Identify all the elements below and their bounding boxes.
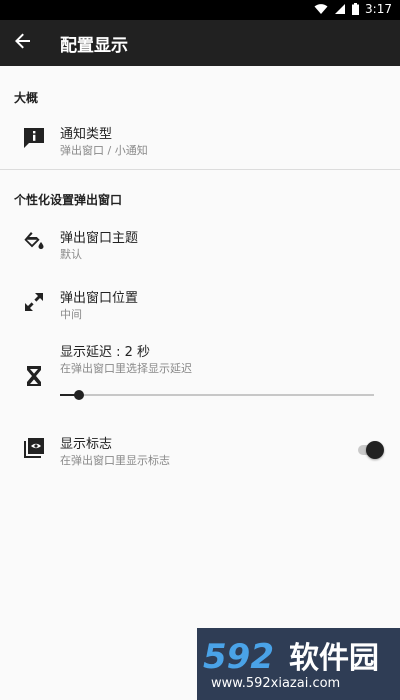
setting-notification-type[interactable]: 通知类型 弹出窗口 / 小通知 (0, 114, 400, 162)
divider (0, 169, 400, 170)
watermark-logo: 592 软件园 (203, 637, 379, 676)
setting-popup-theme[interactable]: 弹出窗口主题 默认 (0, 218, 400, 266)
status-time: 3:17 (365, 2, 392, 16)
hourglass-icon (22, 364, 46, 388)
watermark-logo-digits: 592 (203, 637, 274, 676)
setting-subtitle: 在弹出窗口里选择显示延迟 (60, 362, 192, 375)
slider-thumb[interactable] (74, 390, 84, 400)
watermark-url: www.592xiazai.com (211, 676, 341, 691)
app-bar: 配置显示 (0, 20, 400, 66)
logo-badge-icon (22, 436, 46, 460)
paint-bucket-icon (22, 230, 46, 254)
setting-subtitle: 弹出窗口 / 小通知 (60, 144, 148, 157)
setting-subtitle: 在弹出窗口里显示标志 (60, 454, 170, 467)
section-header-popup-personalization: 个性化设置弹出窗口 (14, 193, 123, 207)
arrow-left-icon (15, 33, 31, 53)
setting-title: 通知类型 (60, 127, 113, 142)
slider-track (60, 394, 374, 396)
watermark-logo-cjk: 软件园 (289, 641, 379, 676)
setting-popup-position[interactable]: 弹出窗口位置 中间 (0, 278, 400, 326)
setting-subtitle: 默认 (60, 248, 82, 261)
setting-title: 弹出窗口位置 (60, 291, 139, 306)
setting-title: 显示标志 (60, 437, 113, 452)
back-button[interactable] (0, 20, 46, 66)
setting-title: 弹出窗口主题 (60, 231, 139, 246)
show-logo-toggle[interactable] (356, 440, 386, 460)
watermark: 592 软件园 www.592xiazai.com (197, 628, 400, 700)
page-title: 配置显示 (60, 35, 128, 56)
setting-title: 显示延迟 : 2 秒 (60, 345, 151, 360)
setting-show-logo[interactable]: 显示标志 在弹出窗口里显示标志 (0, 426, 400, 474)
setting-subtitle: 中间 (60, 308, 82, 321)
display-delay-slider[interactable] (60, 390, 374, 400)
wifi-icon (314, 3, 328, 15)
status-bar: 3:17 (0, 0, 400, 20)
move-diagonal-icon (22, 290, 46, 314)
notification-info-icon (22, 126, 46, 150)
battery-icon (352, 3, 360, 15)
section-header-general: 大概 (14, 91, 39, 105)
toggle-thumb (366, 441, 384, 459)
signal-icon (334, 3, 346, 15)
